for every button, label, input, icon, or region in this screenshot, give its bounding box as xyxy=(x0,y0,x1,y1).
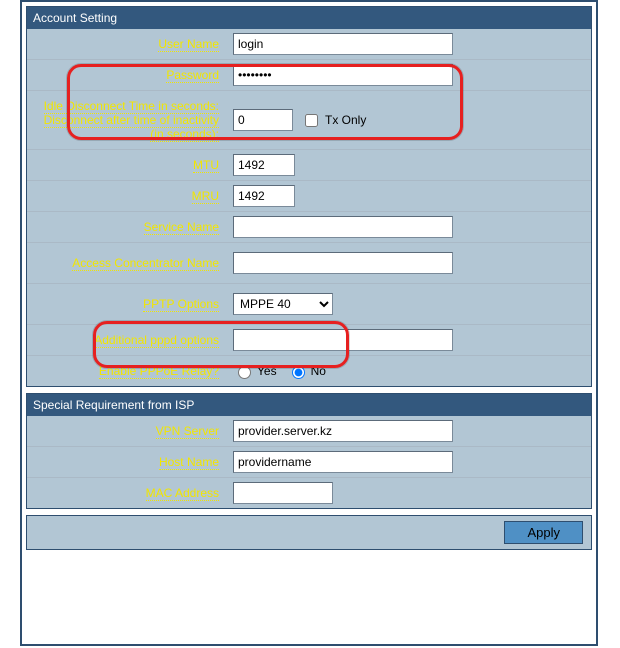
row-pppoe-relay: Enable PPPoE Relay? Yes No xyxy=(27,355,591,386)
label-service-name[interactable]: Service Name xyxy=(144,220,219,235)
isp-body: VPN Server Host Name MAC Address xyxy=(27,416,591,508)
label-mtu[interactable]: MTU xyxy=(193,158,219,173)
password-input[interactable] xyxy=(233,64,453,86)
row-user-name: User Name xyxy=(27,29,591,59)
host-name-input[interactable] xyxy=(233,451,453,473)
mtu-input[interactable] xyxy=(233,154,295,176)
pppoe-relay-group: Yes No xyxy=(233,363,326,379)
label-mru[interactable]: MRU xyxy=(192,189,219,204)
row-pppd: Additional pppd options xyxy=(27,324,591,355)
row-ac-name: Access Concentrator Name xyxy=(27,242,591,283)
label-host-name[interactable]: Host Name xyxy=(159,455,219,470)
row-host-name: Host Name xyxy=(27,446,591,477)
label-pppd[interactable]: Additional pppd options xyxy=(94,333,219,348)
user-name-input[interactable] xyxy=(233,33,453,55)
label-pppoe-relay[interactable]: Enable PPPoE Relay? xyxy=(99,364,219,379)
account-setting-panel: Account Setting User Name Password Idle … xyxy=(26,6,592,387)
pptp-select[interactable]: MPPE 40MPPE 128None xyxy=(233,293,333,315)
row-service-name: Service Name xyxy=(27,211,591,242)
label-password[interactable]: Password xyxy=(166,68,219,83)
mac-input[interactable] xyxy=(233,482,333,504)
label-vpn-server[interactable]: VPN Server xyxy=(156,424,219,439)
pppoe-relay-no[interactable] xyxy=(292,366,305,379)
pppoe-relay-yes-label: Yes xyxy=(257,364,277,378)
ac-name-input[interactable] xyxy=(233,252,453,274)
label-ac-name[interactable]: Access Concentrator Name xyxy=(72,256,219,271)
row-mru: MRU xyxy=(27,180,591,211)
pppoe-relay-no-label: No xyxy=(311,364,326,378)
tx-only-wrap[interactable]: Tx Only xyxy=(301,111,366,130)
isp-title: Special Requirement from ISP xyxy=(33,398,194,412)
pppoe-relay-no-wrap[interactable]: No xyxy=(287,363,326,379)
config-frame: Account Setting User Name Password Idle … xyxy=(20,0,598,646)
row-mtu: MTU xyxy=(27,149,591,180)
idle-input[interactable] xyxy=(233,109,293,131)
row-mac: MAC Address xyxy=(27,477,591,508)
pppoe-relay-yes-wrap[interactable]: Yes xyxy=(233,363,277,379)
isp-panel: Special Requirement from ISP VPN Server … xyxy=(26,393,592,509)
vpn-server-input[interactable] xyxy=(233,420,453,442)
label-mac[interactable]: MAC Address xyxy=(146,486,219,501)
row-idle: Idle Disconnect Time in seconds: Disconn… xyxy=(27,90,591,149)
row-vpn-server: VPN Server xyxy=(27,416,591,446)
mru-input[interactable] xyxy=(233,185,295,207)
isp-header: Special Requirement from ISP xyxy=(27,394,591,416)
service-name-input[interactable] xyxy=(233,216,453,238)
label-user-name[interactable]: User Name xyxy=(158,37,219,52)
tx-only-checkbox[interactable] xyxy=(305,114,318,127)
account-setting-header: Account Setting xyxy=(27,7,591,29)
label-pptp[interactable]: PPTP Options xyxy=(143,297,219,312)
apply-button[interactable]: Apply xyxy=(504,521,583,544)
tx-only-label: Tx Only xyxy=(325,113,366,127)
pppd-input[interactable] xyxy=(233,329,453,351)
row-password: Password xyxy=(27,59,591,90)
account-setting-title: Account Setting xyxy=(33,11,117,25)
label-idle[interactable]: Idle Disconnect Time in seconds: Disconn… xyxy=(44,99,219,142)
row-pptp: PPTP Options MPPE 40MPPE 128None xyxy=(27,283,591,324)
pppoe-relay-yes[interactable] xyxy=(238,366,251,379)
button-bar: Apply xyxy=(26,515,592,550)
account-setting-body: User Name Password Idle Disconnect Time … xyxy=(27,29,591,386)
